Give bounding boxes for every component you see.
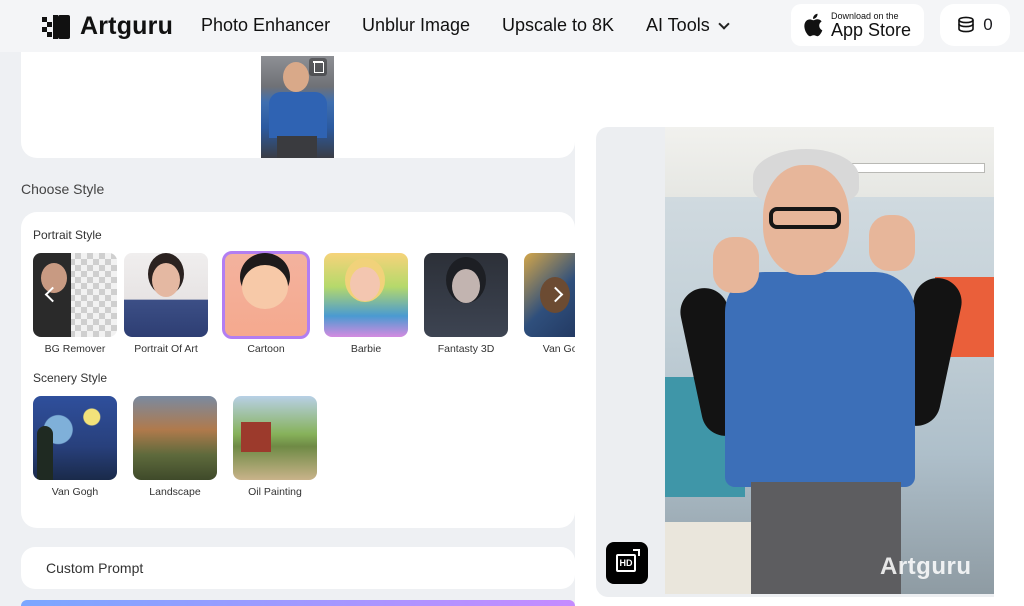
style-tile-cartoon[interactable] xyxy=(222,251,310,339)
style-card: Portrait Style BG Remover Portrait Of Ar… xyxy=(21,212,575,528)
style-label-fantasy-3d: Fantasty 3D xyxy=(437,343,495,355)
apple-icon xyxy=(804,13,823,37)
style-label-van-gogh-scenery: Van Gogh xyxy=(51,486,99,498)
watermark-text: Artguru xyxy=(880,553,972,580)
credits-count: 0 xyxy=(983,15,993,34)
trash-icon[interactable] xyxy=(309,58,327,76)
style-label-oil-painting: Oil Painting xyxy=(248,486,302,498)
style-label-van-gogh-portrait: Van Gogh xyxy=(542,343,575,355)
custom-prompt-toggle[interactable]: Custom Prompt xyxy=(21,547,575,589)
nav-ai-tools[interactable]: AI Tools xyxy=(646,15,730,36)
portrait-style-heading: Portrait Style xyxy=(33,228,102,242)
choose-style-heading: Choose Style xyxy=(21,181,105,197)
hd-download-button[interactable]: HD xyxy=(606,542,648,584)
credits-button[interactable]: 0 xyxy=(940,4,1010,46)
top-header: Artguru Photo Enhancer Unblur Image Upsc… xyxy=(0,0,1024,52)
custom-prompt-label: Custom Prompt xyxy=(46,560,144,576)
generate-button[interactable] xyxy=(21,600,575,606)
nav-unblur-image[interactable]: Unblur Image xyxy=(362,15,470,36)
arrow-up-right-icon xyxy=(633,549,640,556)
app-store-button[interactable]: Download on the App Store xyxy=(791,4,924,46)
style-label-cartoon: Cartoon xyxy=(247,343,285,355)
style-tile-oil-painting[interactable] xyxy=(233,396,317,480)
style-label-bg-remover: BG Remover xyxy=(44,343,106,355)
style-tile-fantasy-3d[interactable] xyxy=(424,253,508,337)
app-store-text: Download on the App Store xyxy=(831,11,911,39)
nav-photo-enhancer[interactable]: Photo Enhancer xyxy=(201,15,330,36)
style-tile-barbie[interactable] xyxy=(324,253,408,337)
logo-text: Artguru xyxy=(80,12,174,40)
chevron-right-icon[interactable] xyxy=(547,284,569,306)
nav-ai-tools-label: AI Tools xyxy=(646,15,710,35)
style-label-landscape: Landscape xyxy=(149,486,201,498)
app-store-big-text: App Store xyxy=(831,20,912,40)
style-tile-van-gogh-scenery[interactable] xyxy=(33,396,117,480)
nav-upscale-8k[interactable]: Upscale to 8K xyxy=(502,15,614,36)
artguru-logo-icon xyxy=(42,14,70,39)
style-tile-portrait-of-art[interactable] xyxy=(124,253,208,337)
style-label-portrait-of-art: Portrait Of Art xyxy=(134,343,198,355)
coin-stack-icon xyxy=(958,16,975,33)
chevron-down-icon xyxy=(718,17,730,30)
style-tile-landscape[interactable] xyxy=(133,396,217,480)
result-image[interactable] xyxy=(665,127,994,594)
chevron-left-icon[interactable] xyxy=(39,284,61,306)
style-label-barbie: Barbie xyxy=(350,343,382,355)
hd-icon: HD xyxy=(616,554,636,572)
logo[interactable]: Artguru xyxy=(42,12,173,41)
scenery-style-heading: Scenery Style xyxy=(33,371,108,385)
